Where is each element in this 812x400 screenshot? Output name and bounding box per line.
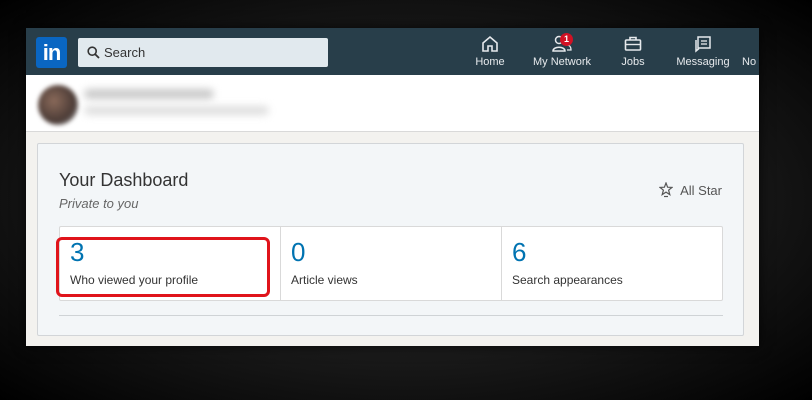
divider (59, 315, 723, 316)
search-input[interactable]: Search (78, 38, 328, 67)
stat-search-appearances[interactable]: 6 Search appearances (502, 227, 722, 300)
dashboard-subtitle: Private to you (59, 196, 139, 211)
all-star-status[interactable]: All Star (659, 182, 722, 198)
nav-jobs-label: Jobs (621, 56, 645, 68)
nav-jobs[interactable]: Jobs (618, 34, 648, 72)
profile-strip (26, 75, 759, 132)
highlight-box (56, 237, 270, 297)
nav-messaging-label: Messaging (676, 56, 730, 68)
stat-article-views[interactable]: 0 Article views (281, 227, 502, 300)
dashboard-title: Your Dashboard (59, 170, 189, 190)
notifications-icon (742, 34, 759, 54)
all-star-label: All Star (680, 182, 722, 198)
nav-messaging[interactable]: Messaging (674, 34, 732, 72)
network-badge: 1 (560, 33, 573, 46)
dashboard-card: Your Dashboard Private to you All Star 3… (37, 143, 744, 336)
search-icon (87, 46, 100, 59)
star-icon (659, 182, 674, 198)
search-placeholder: Search (104, 45, 146, 60)
linkedin-logo[interactable]: in (36, 37, 67, 68)
messaging-icon (695, 36, 711, 53)
briefcase-icon (624, 36, 642, 51)
top-navigation: in Search Home 1 My Network Jobs Messagi… (26, 28, 759, 75)
stat-search-appearances-label: Search appearances (512, 273, 623, 287)
stat-search-appearances-value: 6 (512, 237, 527, 267)
home-icon (482, 35, 498, 52)
nav-my-network[interactable]: 1 My Network (529, 33, 595, 72)
avatar[interactable] (38, 85, 78, 125)
nav-my-network-label: My Network (532, 56, 592, 68)
stat-article-views-label: Article views (291, 273, 358, 287)
blurred-headline (84, 106, 269, 115)
stat-profile-views[interactable]: 3 Who viewed your profile (56, 227, 281, 300)
stat-article-views-value: 0 (291, 237, 306, 267)
browser-window: in Search Home 1 My Network Jobs Messagi… (26, 28, 759, 346)
nav-notifications[interactable]: No (742, 34, 759, 72)
nav-notifications-label: No (742, 56, 757, 68)
blurred-name (84, 89, 214, 99)
nav-home[interactable]: Home (472, 34, 508, 72)
dashboard-stats: 3 Who viewed your profile 0 Article view… (56, 226, 723, 301)
nav-home-label: Home (475, 56, 505, 68)
